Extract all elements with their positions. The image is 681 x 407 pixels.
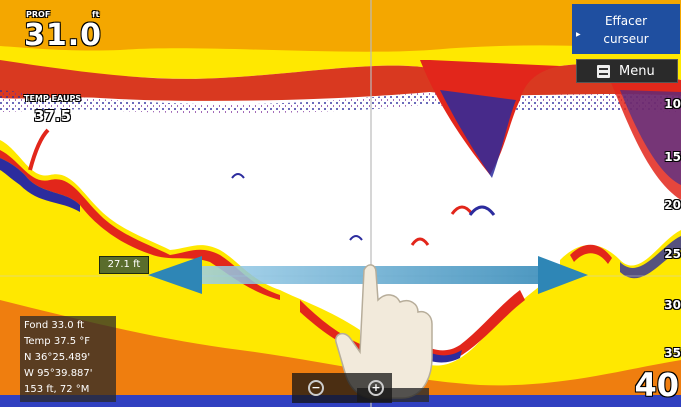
range-value: 40 — [634, 366, 679, 404]
info-temperature: Temp 37.5 °F — [24, 336, 91, 347]
menu-icon — [597, 65, 610, 78]
depth-scale-tick: 10 — [664, 97, 681, 111]
depth-value: 31.0 — [24, 18, 103, 53]
info-latitude: N 36°25.489' — [24, 352, 91, 363]
menu-button[interactable]: Menu — [576, 59, 678, 83]
info-distance-bearing: 153 ft, 72 °M — [24, 384, 90, 395]
zoom-in-icon[interactable]: + — [368, 380, 384, 396]
depth-scale-tick: 20 — [664, 198, 681, 212]
depth-scale-tick: 15 — [664, 150, 681, 164]
zoom-controls: − + — [292, 373, 392, 403]
water-temp-value: 37.5 — [34, 107, 72, 125]
cursor-distance-tag: 27.1 ft — [99, 256, 149, 274]
depth-scale-tick: 35 — [664, 346, 681, 360]
info-longitude: W 95°39.887' — [24, 368, 93, 379]
cursor-info-panel: Fond 33.0 ft Temp 37.5 °F N 36°25.489' W… — [20, 316, 116, 402]
info-bottom-depth: Fond 33.0 ft — [24, 320, 85, 331]
zoom-out-icon[interactable]: − — [308, 380, 324, 396]
depth-scale-tick: 30 — [664, 298, 681, 312]
bullet-icon: ▶ — [576, 31, 581, 38]
sonar-screen: PROF ft 31.0 TEMP EAUPS 37.5 ▶ Effacer c… — [0, 0, 681, 407]
clear-cursor-button[interactable]: ▶ Effacer curseur — [572, 4, 680, 54]
clear-cursor-label: Effacer curseur — [603, 14, 649, 46]
water-temp-label: TEMP EAUPS — [24, 94, 82, 103]
menu-label: Menu — [619, 64, 655, 79]
depth-scale-tick: 25 — [664, 247, 681, 261]
